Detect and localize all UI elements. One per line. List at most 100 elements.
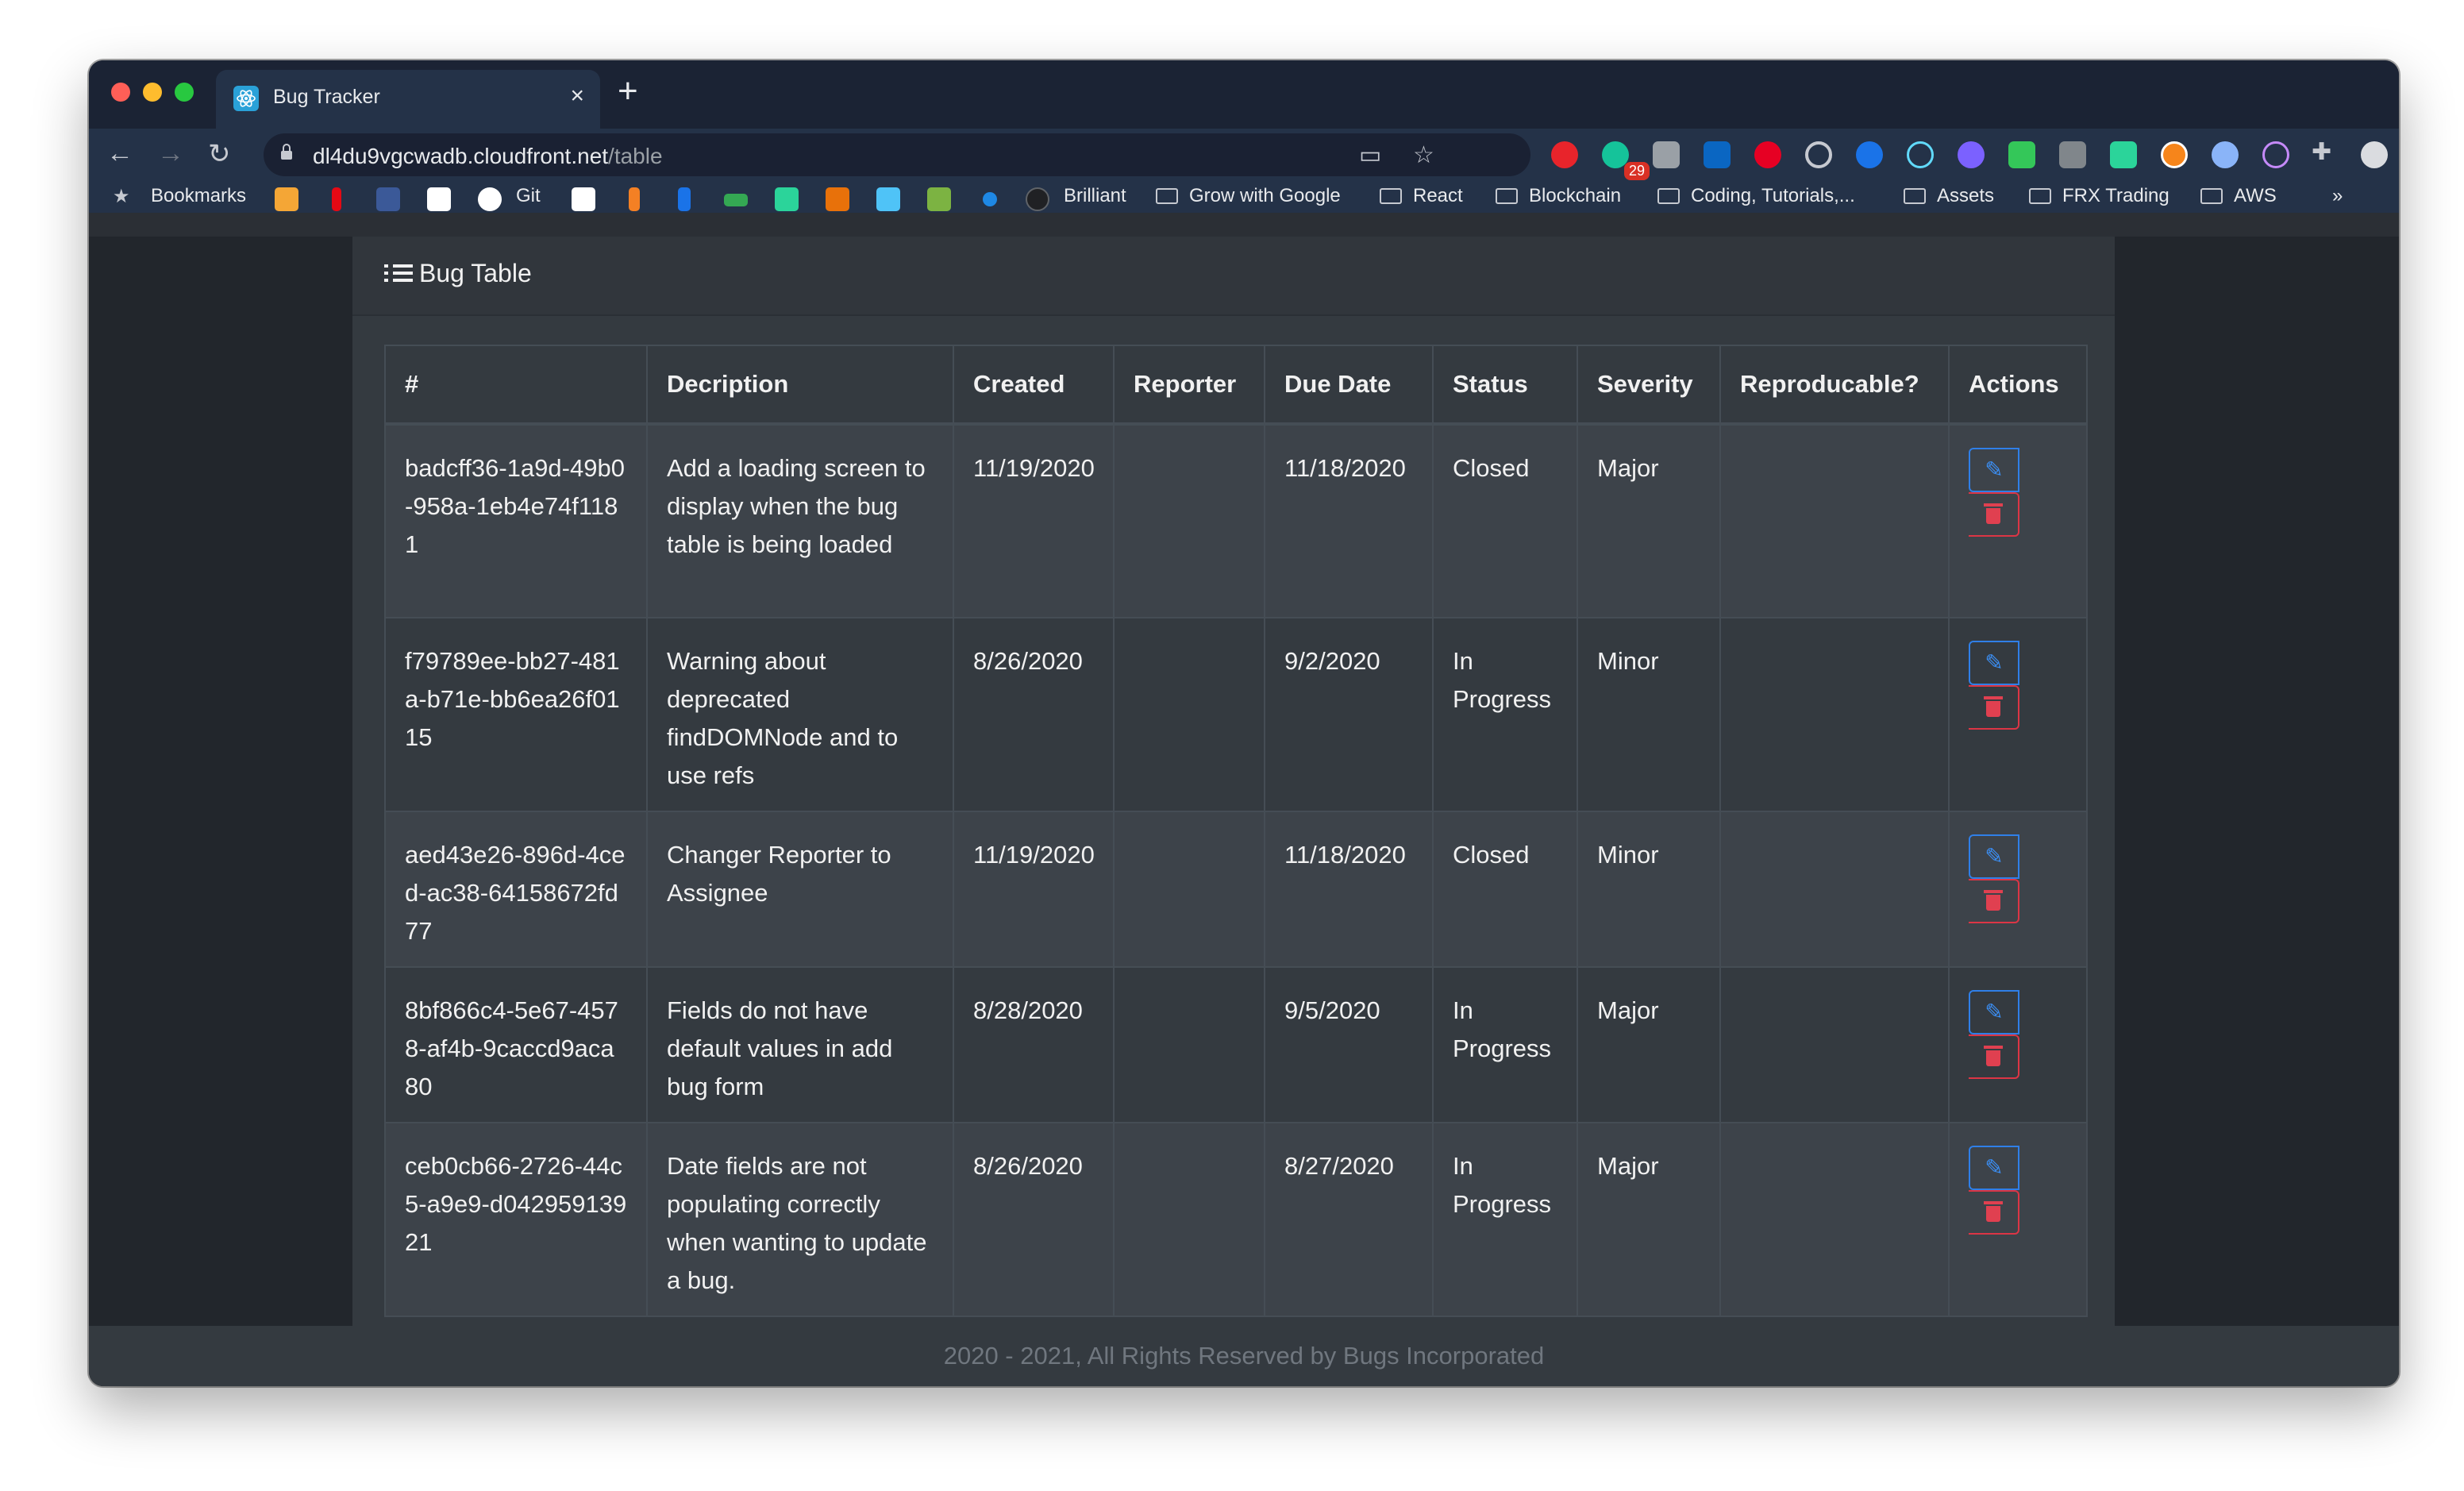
column-header-description[interactable]: Decription <box>646 345 954 426</box>
brilliant-icon[interactable] <box>1026 187 1049 211</box>
extension-snowflake-icon[interactable] <box>1958 141 1985 168</box>
bookmark-folder-frx[interactable]: FRX Trading <box>2029 185 2169 207</box>
bug-reporter-cell <box>1113 423 1265 618</box>
edit-icon: ✎ <box>1985 1000 2004 1024</box>
browser-tab[interactable]: Bug Tracker × <box>216 70 600 129</box>
edit-button[interactable]: ✎ <box>1969 990 2019 1034</box>
bug-status-cell: In Progress <box>1432 617 1578 812</box>
extension-linkedin-icon[interactable] <box>1704 141 1731 168</box>
cast-icon[interactable]: ▭ <box>1359 141 1381 169</box>
edit-button[interactable]: ✎ <box>1969 641 2019 685</box>
bug-description-cell: Warning about deprecated findDOMNode and… <box>646 617 954 812</box>
extension-green-icon[interactable] <box>2008 141 2035 168</box>
bookmark-k-icon[interactable] <box>678 187 691 211</box>
bookmark-folder-grow[interactable]: Grow with Google <box>1156 185 1341 207</box>
delete-button[interactable] <box>1969 492 2019 537</box>
reload-icon[interactable]: ↻ <box>208 138 231 170</box>
new-tab-button[interactable]: + <box>618 71 638 111</box>
extension-bowl-icon[interactable] <box>2262 141 2289 168</box>
forward-icon[interactable]: → <box>157 138 184 169</box>
extension-target-icon[interactable] <box>1805 141 1832 168</box>
column-header-reporter[interactable]: Reporter <box>1113 345 1265 426</box>
bug-due-date-cell: 8/27/2020 <box>1264 1122 1434 1317</box>
browser-window: Bug Tracker × + ← → ↻ dl4du9vgcwadb.clou… <box>89 60 2399 1386</box>
extension-notion-icon[interactable] <box>2110 141 2137 168</box>
bookmark-blue-icon[interactable] <box>876 187 900 211</box>
column-header-created[interactable]: Created <box>953 345 1115 426</box>
bookmark-n-icon[interactable] <box>775 187 799 211</box>
folder-icon <box>1657 188 1680 204</box>
delete-button[interactable] <box>1969 1190 2019 1235</box>
bug-reporter-cell <box>1113 617 1265 812</box>
bug-due-date-cell: 9/2/2020 <box>1264 617 1434 812</box>
extension-metamask-icon[interactable] <box>2161 141 2188 168</box>
bookmark-green-icon[interactable] <box>927 187 951 211</box>
bookmark-folder-coding[interactable]: Coding, Tutorials,... <box>1657 185 1855 207</box>
bug-reproducible-cell <box>1719 423 1950 618</box>
address-bar[interactable]: dl4du9vgcwadb.cloudfront.net/table ▭ ☆ <box>264 133 1530 176</box>
bookmark-folder-assets[interactable]: Assets <box>1904 185 1994 207</box>
folder-icon <box>2029 188 2051 204</box>
edit-button[interactable]: ✎ <box>1969 448 2019 492</box>
maximize-window-button[interactable] <box>175 83 194 102</box>
bug-table: # Decription Created Reporter Due Date S… <box>384 345 2088 1317</box>
profile-avatar[interactable] <box>2361 141 2388 168</box>
bookmark-star-icon[interactable]: ☆ <box>1413 141 1434 169</box>
bookmarks-label[interactable]: Bookmarks <box>151 185 246 207</box>
delete-button[interactable] <box>1969 685 2019 730</box>
trash-icon <box>1984 696 2003 717</box>
edit-button[interactable]: ✎ <box>1969 834 2019 879</box>
react-favicon-icon <box>233 86 259 111</box>
x-icon[interactable] <box>572 187 595 211</box>
close-window-button[interactable] <box>111 83 130 102</box>
extension-generic-icon[interactable] <box>1653 141 1680 168</box>
github-icon[interactable] <box>478 187 502 211</box>
edit-icon: ✎ <box>1985 844 2004 869</box>
bookmark-brilliant[interactable]: Brilliant <box>1064 185 1126 207</box>
delete-button[interactable] <box>1969 879 2019 923</box>
extensions-puzzle-icon[interactable]: ✚ <box>2312 138 2331 166</box>
bookmark-folder-react[interactable]: React <box>1380 185 1463 207</box>
url-text[interactable]: dl4du9vgcwadb.cloudfront.net/table <box>313 144 663 169</box>
edit-button[interactable]: ✎ <box>1969 1146 2019 1190</box>
bookmark-arrow-icon[interactable] <box>629 187 640 211</box>
extension-gray-icon[interactable] <box>2059 141 2086 168</box>
minimize-window-button[interactable] <box>143 83 162 102</box>
column-header-due-date[interactable]: Due Date <box>1264 345 1434 426</box>
bug-severity-cell: Major <box>1577 966 1721 1123</box>
bug-status-cell: In Progress <box>1432 1122 1578 1317</box>
bookmarks-overflow[interactable]: » <box>2332 185 2343 207</box>
column-header-status[interactable]: Status <box>1432 345 1578 426</box>
page-title: Bug Table <box>384 259 532 288</box>
bookmark-orange-icon[interactable] <box>826 187 849 211</box>
netflix-icon[interactable] <box>332 187 341 211</box>
folder-icon <box>1380 188 1402 204</box>
bookmark-dg-icon[interactable] <box>724 194 748 206</box>
bookmark-dot-icon[interactable] <box>983 192 997 206</box>
extension-circle-icon[interactable] <box>2212 141 2239 168</box>
extension-adblock-icon[interactable] <box>1551 141 1578 168</box>
extension-bookmark-icon[interactable] <box>1856 141 1883 168</box>
bookmark-icon-1[interactable] <box>275 187 298 211</box>
bug-severity-cell: Minor <box>1577 811 1721 968</box>
tab-close-icon[interactable]: × <box>570 83 584 110</box>
extension-pinterest-icon[interactable] <box>1754 141 1781 168</box>
back-icon[interactable]: ← <box>106 138 133 169</box>
bookmark-icon-3[interactable] <box>376 187 400 211</box>
extension-react-devtools-icon[interactable] <box>1907 141 1934 168</box>
page-viewport: Bug Table # Decription Created Reporter … <box>89 237 2399 1386</box>
bug-description-cell: Changer Reporter to Assignee <box>646 811 954 968</box>
bug-id-cell: badcff36-1a9d-49b0-958a-1eb4e74f1181 <box>384 423 648 618</box>
bookmark-git[interactable]: Git <box>516 185 541 207</box>
bug-created-cell: 11/19/2020 <box>953 811 1115 968</box>
column-header-severity[interactable]: Severity <box>1577 345 1721 426</box>
column-header-reproducible[interactable]: Reproducable? <box>1719 345 1950 426</box>
table-row: aed43e26-896d-4ced-ac38-64158672fd77 Cha… <box>384 811 2088 968</box>
amazon-icon[interactable] <box>427 187 451 211</box>
bookmark-folder-aws[interactable]: AWS <box>2200 185 2277 207</box>
table-row: f79789ee-bb27-481a-b71e-bb6ea26f0115 War… <box>384 617 2088 812</box>
delete-button[interactable] <box>1969 1034 2019 1079</box>
bookmark-folder-blockchain[interactable]: Blockchain <box>1496 185 1621 207</box>
bug-due-date-cell: 9/5/2020 <box>1264 966 1434 1123</box>
column-header-id[interactable]: # <box>384 345 648 426</box>
